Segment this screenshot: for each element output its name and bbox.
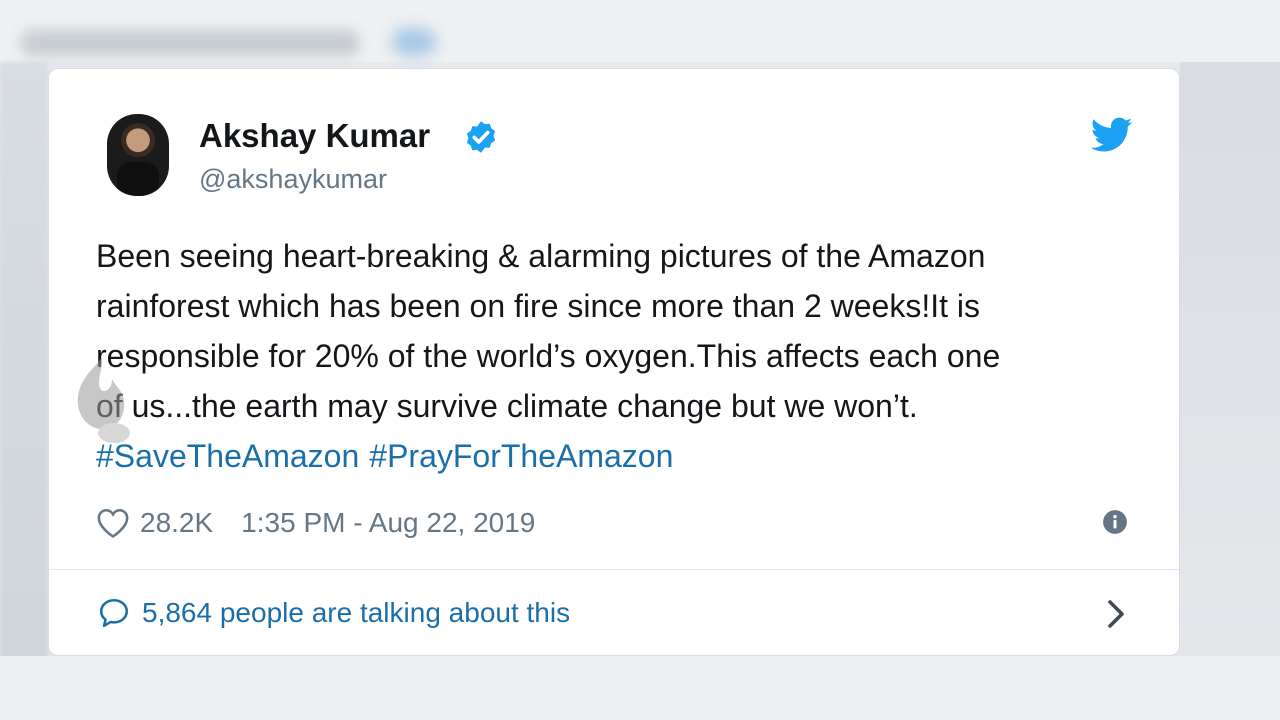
tweet-text-line: of us...the earth may survive climate ch…: [96, 388, 918, 424]
tweet-text-line: Been seeing heart-breaking & alarming pi…: [96, 238, 986, 274]
background-right-strip: [1180, 62, 1280, 720]
tweet-text-line: rainforest which has been on fire since …: [96, 288, 980, 324]
tweet-timestamp[interactable]: 1:35 PM - Aug 22, 2019: [241, 507, 535, 539]
info-icon[interactable]: [1102, 509, 1128, 535]
tweet-text: Been seeing heart-breaking & alarming pi…: [96, 231, 1146, 481]
twitter-bird-icon[interactable]: [1091, 117, 1133, 153]
hashtag-link[interactable]: #PrayForTheAmazon: [369, 438, 673, 474]
background-blur-text: [20, 30, 360, 56]
like-count: 28.2K: [140, 507, 214, 538]
watermark-logo: [77, 357, 130, 443]
conversation-link[interactable]: 5,864 people are talking about this: [96, 593, 570, 633]
background-left-strip: [0, 62, 48, 720]
chevron-right-icon[interactable]: [1105, 599, 1127, 629]
tweet-meta: 28.2K 1:35 PM - Aug 22, 2019: [96, 503, 535, 543]
divider: [49, 569, 1179, 570]
verified-badge-icon: [466, 121, 496, 153]
hashtag-line: #SaveTheAmazon #PrayForTheAmazon: [96, 431, 1146, 481]
avatar[interactable]: [107, 114, 169, 196]
avatar-shirt: [117, 162, 159, 196]
background-bottom-bar: [0, 656, 1280, 720]
background-blur-badge: [392, 28, 436, 56]
author-name[interactable]: Akshay Kumar: [199, 117, 430, 155]
tweet-text-line: responsible for 20% of the world’s oxyge…: [96, 338, 1001, 374]
talking-about-text: 5,864 people are talking about this: [142, 597, 571, 628]
author-handle[interactable]: @akshaykumar: [199, 164, 387, 195]
comment-bubble-icon: [99, 598, 129, 628]
heart-icon[interactable]: [96, 507, 130, 539]
tweet-card: Akshay Kumar @akshaykumar Been seeing he…: [48, 68, 1180, 656]
